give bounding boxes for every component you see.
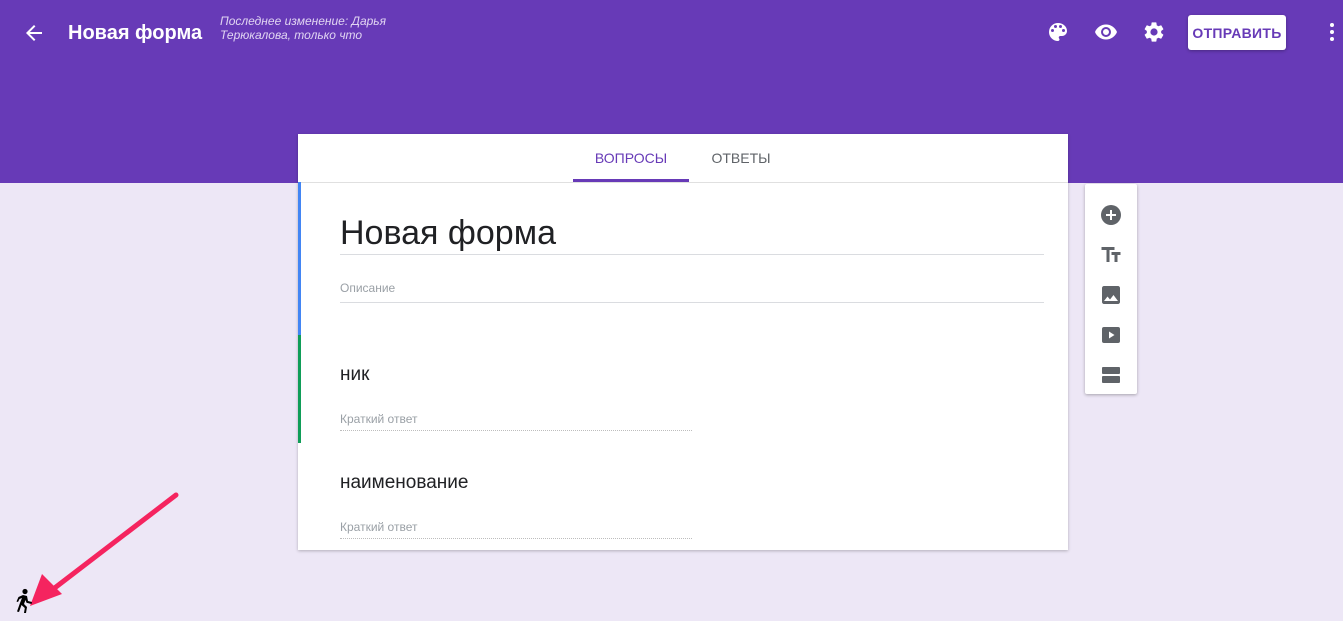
video-icon[interactable] bbox=[1099, 323, 1123, 347]
last-edit-info: Последнее изменение: Дарья Терюкалова, т… bbox=[220, 14, 387, 42]
image-icon[interactable] bbox=[1099, 283, 1123, 307]
runner-icon[interactable] bbox=[14, 588, 36, 614]
short-answer-placeholder: Краткий ответ bbox=[340, 412, 418, 426]
tab-responses[interactable]: ОТВЕТЫ bbox=[696, 134, 786, 182]
back-arrow-icon[interactable] bbox=[22, 21, 46, 45]
tab-bar: ВОПРОСЫ ОТВЕТЫ bbox=[298, 134, 1068, 183]
tab-questions[interactable]: ВОПРОСЫ bbox=[573, 134, 689, 182]
question-title[interactable]: ник bbox=[340, 364, 369, 386]
add-circle-icon[interactable] bbox=[1099, 203, 1123, 227]
floating-toolbar bbox=[1085, 184, 1137, 394]
app-title: Новая форма bbox=[68, 22, 203, 44]
short-answer-placeholder: Краткий ответ bbox=[340, 520, 418, 534]
active-question-indicator bbox=[298, 335, 301, 443]
title-underline bbox=[340, 254, 1044, 255]
gear-icon[interactable] bbox=[1142, 20, 1166, 44]
description-underline bbox=[340, 302, 1044, 303]
question-title[interactable]: наименование bbox=[340, 472, 468, 494]
send-button[interactable]: ОТПРАВИТЬ bbox=[1188, 15, 1286, 50]
more-vert-icon[interactable] bbox=[1320, 20, 1343, 44]
answer-underline bbox=[340, 430, 692, 431]
eye-icon[interactable] bbox=[1094, 20, 1118, 44]
form-title-input[interactable]: Новая форма bbox=[340, 214, 556, 253]
palette-icon[interactable] bbox=[1046, 20, 1070, 44]
section-icon[interactable] bbox=[1099, 363, 1123, 387]
form-description-input[interactable]: Описание bbox=[340, 281, 395, 295]
text-title-icon[interactable] bbox=[1099, 243, 1123, 267]
form-card: ВОПРОСЫ ОТВЕТЫ Новая форма Описание ник … bbox=[298, 134, 1068, 550]
title-section-indicator bbox=[298, 182, 301, 335]
active-tab-indicator bbox=[573, 179, 689, 182]
answer-underline bbox=[340, 538, 692, 539]
